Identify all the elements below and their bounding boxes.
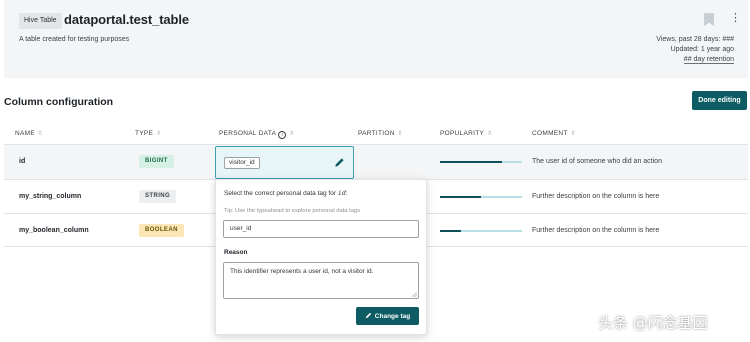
table-description: A table created for testing purposes	[19, 36, 130, 43]
column-header-comment[interactable]: COMMENT ⇳	[532, 130, 576, 137]
change-tag-label: Change tag	[374, 313, 411, 320]
type-badge: BIGINT	[139, 155, 174, 168]
column-comment: Further description on the column is her…	[532, 227, 660, 234]
updated-time: Updated: 1 year ago	[670, 46, 734, 53]
table-type-badge: Hive Table	[19, 13, 62, 29]
column-name: id	[19, 158, 26, 165]
personal-data-tag: visitor_id	[224, 157, 260, 169]
column-header-type[interactable]: TYPE ⇳	[135, 130, 162, 137]
pencil-icon	[365, 312, 371, 319]
personal-data-cell[interactable]: visitor_id	[215, 146, 354, 179]
sort-icon: ⇳	[289, 131, 295, 137]
question-prefix: Select the correct personal data tag for	[224, 190, 338, 197]
sort-icon: ⇳	[487, 131, 493, 137]
reason-text: This identifier represents a user id, no…	[230, 268, 374, 275]
sort-icon: ⇳	[37, 131, 44, 137]
resize-handle-icon[interactable]	[412, 292, 417, 297]
popularity-fill	[440, 230, 461, 232]
bookmark-icon[interactable]	[704, 13, 714, 26]
personal-data-popover: Select the correct personal data tag for…	[215, 179, 427, 335]
sort-icon: ⇳	[156, 131, 162, 137]
info-icon[interactable]: i	[278, 131, 287, 139]
column-header-label: COMMENT	[532, 130, 568, 137]
sort-icon: ⇳	[397, 131, 404, 137]
table-row: id BIGINT The user id of someone who did…	[4, 144, 748, 179]
column-name: my_boolean_column	[19, 227, 89, 234]
popularity-bar	[440, 161, 522, 163]
column-header-popularity[interactable]: POPULARITY ⇳	[440, 130, 493, 137]
done-editing-button[interactable]: Done editing	[692, 91, 747, 110]
column-header-label: TYPE	[135, 130, 154, 137]
popularity-bar	[440, 230, 522, 232]
question-suffix: :	[345, 190, 348, 197]
section-title: Column configuration	[4, 96, 114, 108]
retention-link[interactable]: ## day retention	[683, 56, 734, 64]
popularity-fill	[440, 161, 502, 163]
type-badge: BOOLEAN	[139, 224, 184, 237]
column-header-label: POPULARITY	[440, 130, 485, 137]
pencil-icon[interactable]	[334, 157, 345, 168]
popover-question: Select the correct personal data tag for…	[224, 189, 347, 197]
table-header: Hive Table dataportal.test_table A table…	[4, 0, 748, 78]
sort-icon: ⇳	[570, 131, 577, 137]
reason-textarea[interactable]: This identifier represents a user id, no…	[223, 262, 419, 299]
popover-tip: Tip: Use the typeahead to explore person…	[224, 208, 361, 214]
change-tag-button[interactable]: Change tag	[356, 307, 419, 325]
type-badge: STRING	[139, 190, 177, 203]
page-title: dataportal.test_table	[64, 12, 190, 27]
column-header-label: PARTITION	[358, 130, 395, 137]
column-comment: The user id of someone who did an action	[532, 158, 662, 165]
popularity-bar	[440, 196, 522, 198]
views-count: Views, past 28 days: ###	[656, 36, 734, 43]
column-header-personal-data[interactable]: PERSONAL DATA i ⇳	[219, 130, 295, 139]
column-header-label: NAME	[15, 130, 35, 137]
column-name: my_string_column	[19, 193, 82, 200]
column-header-label: PERSONAL DATA	[219, 130, 277, 137]
reason-label: Reason	[224, 249, 248, 256]
column-comment: Further description on the column is her…	[532, 193, 660, 200]
column-header-partition[interactable]: PARTITION ⇳	[358, 130, 403, 137]
more-vertical-icon[interactable]: ⋮	[730, 12, 741, 24]
column-header-name[interactable]: NAME ⇳	[15, 130, 43, 137]
question-field: id	[337, 189, 346, 197]
personal-data-tag-input[interactable]: user_id	[223, 220, 419, 238]
watermark: 头条 @闪念基因	[598, 314, 708, 332]
popularity-fill	[440, 196, 481, 198]
